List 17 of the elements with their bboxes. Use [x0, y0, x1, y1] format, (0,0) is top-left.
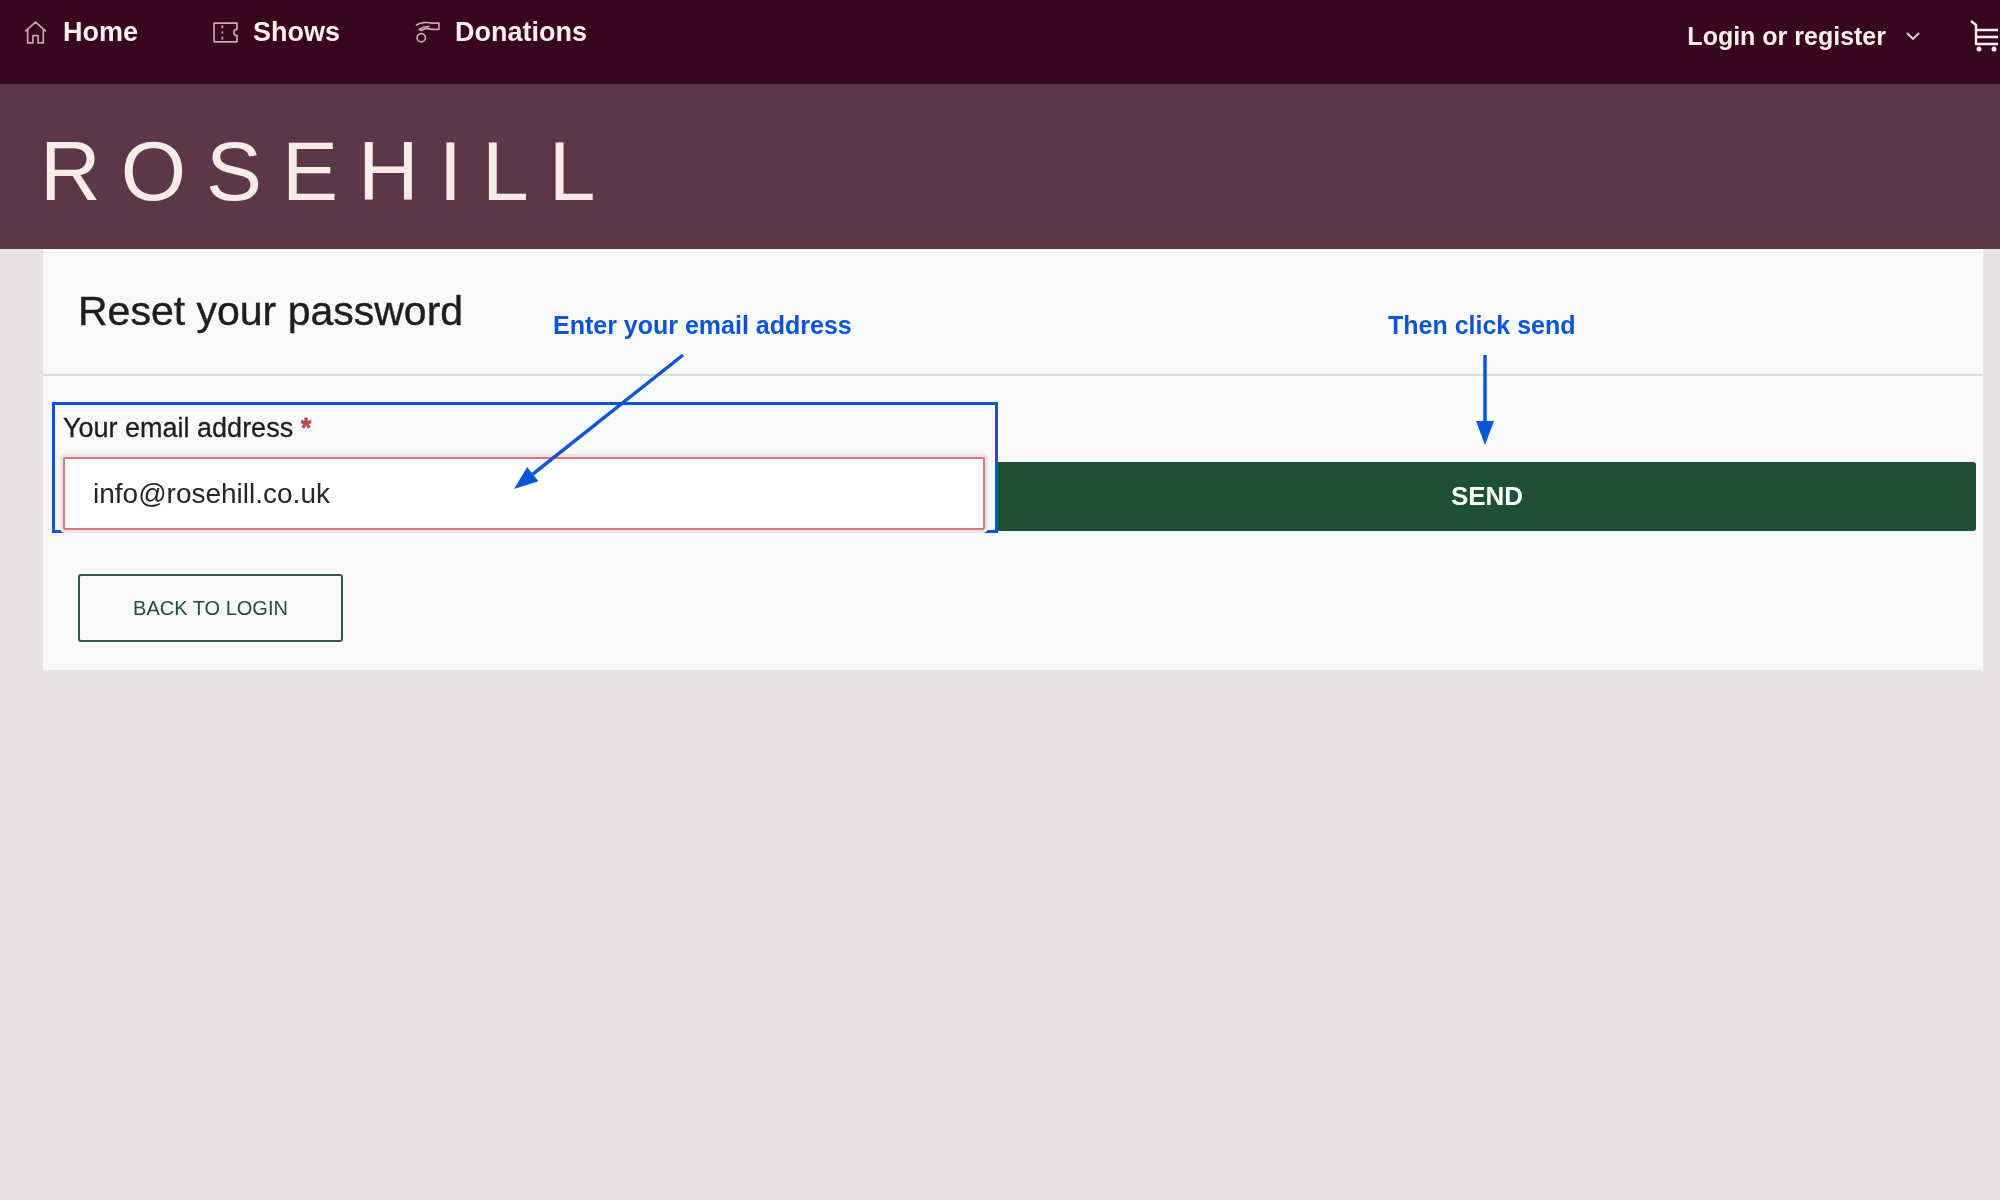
back-to-login-button[interactable]: BACK TO LOGIN: [78, 574, 343, 642]
send-button[interactable]: SEND: [998, 462, 1976, 531]
annotation-note: Then click send: [1388, 310, 1576, 340]
nav-link[interactable]: Shows: [213, 14, 341, 50]
cart-icon[interactable]: [1970, 19, 1998, 53]
ticket-icon: [213, 19, 238, 45]
home-icon: [23, 19, 48, 45]
hand-coin-icon: [415, 19, 441, 45]
nav-link[interactable]: Home: [23, 14, 138, 50]
rosehill-logo: ROSEHILL: [40, 128, 616, 213]
email-input[interactable]: info@rosehill.co.uk: [63, 457, 985, 530]
nav-link[interactable]: Donations: [415, 14, 588, 50]
annotation-note: Enter your email address: [553, 310, 852, 340]
page-title: Reset your password: [78, 288, 464, 335]
field-label: Your email address *: [63, 412, 313, 445]
account-menu-button[interactable]: Login or register: [1687, 21, 1920, 51]
chevron-down-icon: [1906, 31, 1920, 41]
